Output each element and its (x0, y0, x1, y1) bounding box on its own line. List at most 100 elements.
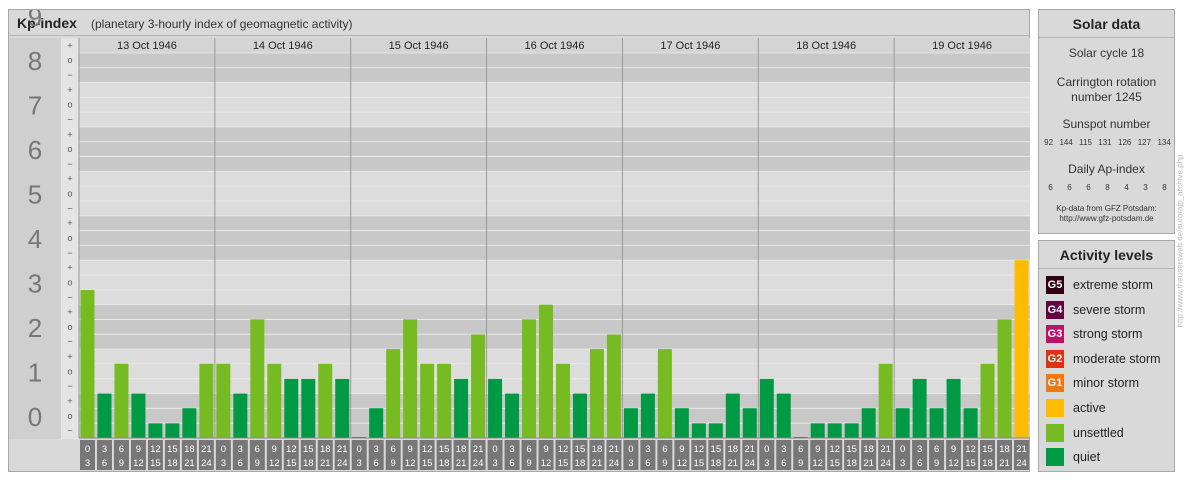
interval-start-label: 9 (136, 444, 141, 455)
interval-start-label: 9 (272, 444, 277, 455)
interval-start-label: 12 (150, 444, 161, 455)
interval-end-label: 9 (798, 458, 803, 469)
interval-start-label: 15 (711, 444, 722, 455)
data-source-link[interactable]: http://www.gfz-potsdam.de (1039, 214, 1174, 223)
minor-tick-label: o (67, 277, 72, 287)
interval-end-label: 18 (982, 458, 993, 469)
quiet-swatch-icon (1046, 448, 1064, 467)
interval-end-label: 6 (781, 458, 786, 469)
day-label: 17 Oct 1946 (660, 40, 720, 52)
interval-start-label: 15 (575, 444, 586, 455)
kp-bar (827, 423, 842, 438)
minor-tick-label: o (67, 100, 72, 110)
kp-bar (929, 408, 944, 438)
kp-bar (539, 304, 553, 438)
interval-end-label: 12 (677, 458, 688, 469)
kp-bar (997, 319, 1012, 438)
activity-levels-title: Activity levels (1039, 241, 1174, 269)
kp-bar-chart: 0123456789+o−+o−+o−+o−+o−+o−+o−+o−+o−13 … (9, 10, 1030, 470)
interval-start-label: 6 (526, 444, 531, 455)
interval-start-label: 6 (798, 444, 803, 455)
interval-end-label: 6 (102, 458, 107, 469)
interval-end-label: 9 (934, 458, 939, 469)
y-tick-label: 5 (28, 180, 42, 210)
kp-bar (97, 393, 112, 438)
day-label: 14 Oct 1946 (253, 40, 313, 52)
g5-badge-icon: G5 (1046, 276, 1064, 294)
interval-start-label: 3 (102, 444, 107, 455)
kp-bar (946, 378, 961, 438)
kp-bar (386, 349, 401, 438)
ap-index-value: 6 (1048, 183, 1053, 192)
interval-start-label: 21 (745, 444, 756, 455)
interval-start-label: 12 (558, 444, 569, 455)
kp-bar (488, 378, 503, 438)
kp-bar (216, 363, 231, 438)
interval-end-label: 9 (255, 458, 260, 469)
minor-tick-label: o (67, 189, 72, 199)
interval-start-label: 21 (1016, 444, 1027, 455)
kp-bar (182, 408, 197, 438)
kp-band (79, 260, 1030, 305)
minor-tick-label: + (67, 307, 72, 317)
interval-end-label: 15 (558, 458, 569, 469)
interval-end-label: 12 (541, 458, 552, 469)
interval-end-label: 9 (526, 458, 531, 469)
day-label: 16 Oct 1946 (525, 40, 585, 52)
kp-bar (810, 423, 825, 438)
interval-start-label: 15 (167, 444, 178, 455)
kp-bar (335, 378, 350, 438)
interval-start-label: 12 (694, 444, 705, 455)
interval-start-label: 6 (934, 444, 939, 455)
minor-tick-label: − (67, 381, 72, 391)
data-source-label: Kp-data from GFZ Potsdam: (1056, 204, 1157, 213)
interval-start-label: 0 (85, 444, 90, 455)
kp-bar (233, 393, 248, 438)
interval-end-label: 24 (609, 458, 620, 469)
g4-badge-icon: G4 (1046, 300, 1064, 319)
interval-start-label: 6 (662, 444, 667, 455)
interval-end-label: 9 (119, 458, 124, 469)
interval-start-label: 6 (119, 444, 124, 455)
y-tick-label: 2 (28, 313, 42, 343)
sunspot-number-title: Sunspot number (1062, 117, 1151, 131)
solar-cycle: Solar cycle 18 (1068, 46, 1145, 60)
legend-label: quiet (1073, 450, 1101, 465)
ap-index-value: 8 (1162, 183, 1167, 192)
interval-end-label: 3 (85, 458, 90, 469)
minor-tick-label: o (67, 366, 72, 376)
sunspot-value: 131 (1098, 138, 1112, 147)
solar-data-title: Solar data (1039, 10, 1174, 38)
interval-end-label: 18 (439, 458, 450, 469)
kp-bar (131, 393, 146, 438)
minor-tick-label: − (67, 426, 72, 436)
interval-start-label: 21 (609, 444, 620, 455)
interval-start-label: 18 (592, 444, 603, 455)
interval-end-label: 21 (728, 458, 739, 469)
y-tick-label: 3 (28, 268, 42, 298)
kp-bar (403, 319, 418, 438)
solar-data-panel: Solar data Solar cycle 18 Carrington rot… (1038, 9, 1175, 234)
interval-end-label: 15 (286, 458, 297, 469)
interval-start-label: 15 (846, 444, 857, 455)
interval-start-label: 21 (201, 444, 212, 455)
kp-bar (742, 408, 757, 438)
kp-bar (657, 349, 672, 438)
watermark: http://www.theusersweb.de/aurorajp_archi… (1176, 9, 1184, 472)
kp-band (79, 126, 1030, 172)
interval-start-label: 12 (965, 444, 976, 455)
kp-bar (725, 393, 740, 438)
interval-start-label: 18 (863, 444, 874, 455)
day-label: 15 Oct 1946 (389, 40, 449, 52)
interval-end-label: 24 (1016, 458, 1027, 469)
interval-end-label: 18 (167, 458, 178, 469)
interval-end-label: 21 (999, 458, 1010, 469)
minor-tick-label: − (67, 114, 72, 124)
active-swatch-icon (1046, 399, 1064, 417)
minor-tick-label: + (67, 396, 72, 406)
interval-start-label: 18 (999, 444, 1010, 455)
kp-bar (437, 363, 452, 438)
interval-end-label: 24 (337, 458, 348, 469)
kp-bar (80, 290, 95, 438)
interval-end-label: 24 (880, 458, 891, 469)
